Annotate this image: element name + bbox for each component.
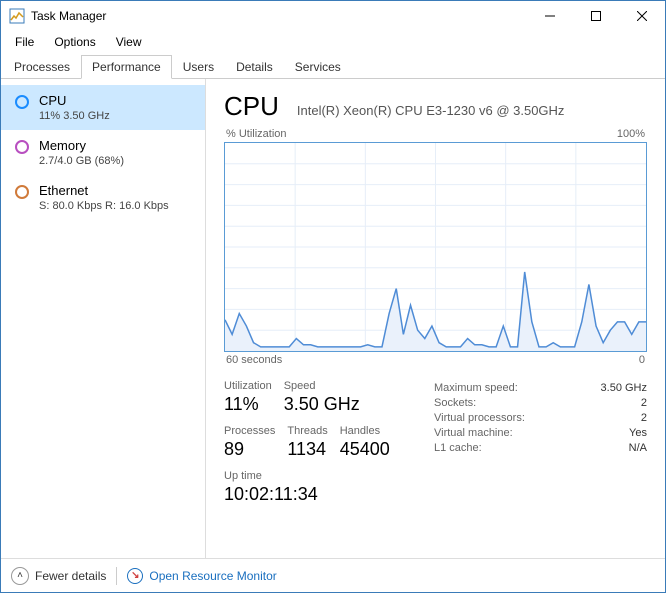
stat-label: Up time: [224, 470, 318, 482]
window-title: Task Manager: [31, 9, 527, 23]
footer-bar: ˄ Fewer details ↘ Open Resource Monitor: [1, 558, 665, 592]
sidebar-item-name: CPU: [39, 93, 110, 108]
maximize-button[interactable]: [573, 1, 619, 31]
chart-x-end: 0: [639, 354, 645, 366]
detail-key: Sockets:: [434, 397, 476, 409]
detail-value: 2: [641, 412, 647, 424]
menu-bar: File Options View: [1, 31, 665, 53]
stat-speed: Speed 3.50 GHz: [284, 380, 360, 415]
stat-label: Utilization: [224, 380, 272, 392]
stat-value: 3.50 GHz: [284, 394, 360, 415]
detail-value: N/A: [629, 442, 647, 454]
main-panel: CPU Intel(R) Xeon(R) CPU E3-1230 v6 @ 3.…: [206, 79, 665, 558]
sidebar-item-name: Ethernet: [39, 183, 169, 198]
stat-value: 11%: [224, 394, 272, 415]
sidebar-item-memory[interactable]: Memory 2.7/4.0 GB (68%): [1, 130, 205, 175]
stat-label: Handles: [340, 425, 390, 437]
minimize-button[interactable]: [527, 1, 573, 31]
detail-value: Yes: [629, 427, 647, 439]
resource-icon: [15, 95, 29, 109]
tab-processes[interactable]: Processes: [3, 55, 81, 79]
close-button[interactable]: [619, 1, 665, 31]
menu-view[interactable]: View: [106, 33, 152, 51]
detail-value: 2: [641, 397, 647, 409]
resource-icon: [15, 185, 29, 199]
stat-threads: Threads 1134: [287, 425, 327, 460]
tab-strip: ProcessesPerformanceUsersDetailsServices: [1, 53, 665, 79]
open-resource-monitor-label: Open Resource Monitor: [149, 569, 276, 583]
chart-y-label: % Utilization: [226, 128, 287, 140]
task-manager-window: Task Manager File Options View Processes…: [0, 0, 666, 593]
stat-utilization: Utilization 11%: [224, 380, 272, 415]
sidebar-item-sub: S: 80.0 Kbps R: 16.0 Kbps: [39, 200, 169, 212]
stat-label: Speed: [284, 380, 360, 392]
sidebar-item-ethernet[interactable]: Ethernet S: 80.0 Kbps R: 16.0 Kbps: [1, 175, 205, 220]
detail-key: Virtual machine:: [434, 427, 513, 439]
stat-label: Threads: [287, 425, 327, 437]
sidebar-item-cpu[interactable]: CPU 11% 3.50 GHz: [1, 85, 205, 130]
stat-value: 1134: [287, 439, 327, 460]
stat-value: 10:02:11:34: [224, 484, 318, 505]
resource-icon: [15, 140, 29, 154]
footer-divider: [116, 567, 117, 585]
chevron-up-icon: ˄: [11, 567, 29, 585]
open-resource-monitor-link[interactable]: ↘ Open Resource Monitor: [127, 568, 276, 584]
stat-uptime: Up time 10:02:11:34: [224, 470, 318, 505]
tab-performance[interactable]: Performance: [81, 55, 172, 79]
menu-options[interactable]: Options: [44, 33, 105, 51]
detail-key: Maximum speed:: [434, 382, 518, 394]
fewer-details-label: Fewer details: [35, 569, 106, 583]
chart-top-labels: % Utilization 100%: [224, 128, 647, 142]
detail-key: Virtual processors:: [434, 412, 525, 424]
stats-secondary: Maximum speed: 3.50 GHz Sockets: 2 Virtual…: [434, 380, 647, 515]
tab-users[interactable]: Users: [172, 55, 225, 79]
app-icon: [9, 8, 25, 24]
stat-value: 45400: [340, 439, 390, 460]
detail-key: L1 cache:: [434, 442, 482, 454]
window-controls: [527, 1, 665, 31]
chart-y-max: 100%: [617, 128, 645, 140]
panel-title: CPU: [224, 91, 279, 122]
sidebar-item-sub: 11% 3.50 GHz: [39, 110, 110, 122]
title-bar[interactable]: Task Manager: [1, 1, 665, 31]
stat-handles: Handles 45400: [340, 425, 390, 460]
stats-area: Utilization 11% Speed 3.50 GHz Processes…: [224, 380, 647, 515]
detail-value: 3.50 GHz: [601, 382, 647, 394]
sidebar: CPU 11% 3.50 GHz Memory 2.7/4.0 GB (68%) Eth…: [1, 79, 206, 558]
fewer-details-button[interactable]: ˄ Fewer details: [11, 567, 106, 585]
sidebar-item-name: Memory: [39, 138, 124, 153]
cpu-model: Intel(R) Xeon(R) CPU E3-1230 v6 @ 3.50GH…: [297, 103, 565, 118]
stat-value: 89: [224, 439, 275, 460]
tab-services[interactable]: Services: [284, 55, 352, 79]
cpu-utilization-chart[interactable]: [224, 142, 647, 352]
content-area: CPU 11% 3.50 GHz Memory 2.7/4.0 GB (68%) Eth…: [1, 79, 665, 558]
sidebar-item-sub: 2.7/4.0 GB (68%): [39, 155, 124, 167]
chart-x-start: 60 seconds: [226, 354, 282, 366]
menu-file[interactable]: File: [5, 33, 44, 51]
tab-details[interactable]: Details: [225, 55, 284, 79]
chart-bottom-labels: 60 seconds 0: [224, 352, 647, 366]
panel-header: CPU Intel(R) Xeon(R) CPU E3-1230 v6 @ 3.…: [224, 91, 647, 122]
stat-label: Processes: [224, 425, 275, 437]
stat-processes: Processes 89: [224, 425, 275, 460]
resource-monitor-icon: ↘: [127, 568, 143, 584]
stats-primary: Utilization 11% Speed 3.50 GHz Processes…: [224, 380, 424, 515]
